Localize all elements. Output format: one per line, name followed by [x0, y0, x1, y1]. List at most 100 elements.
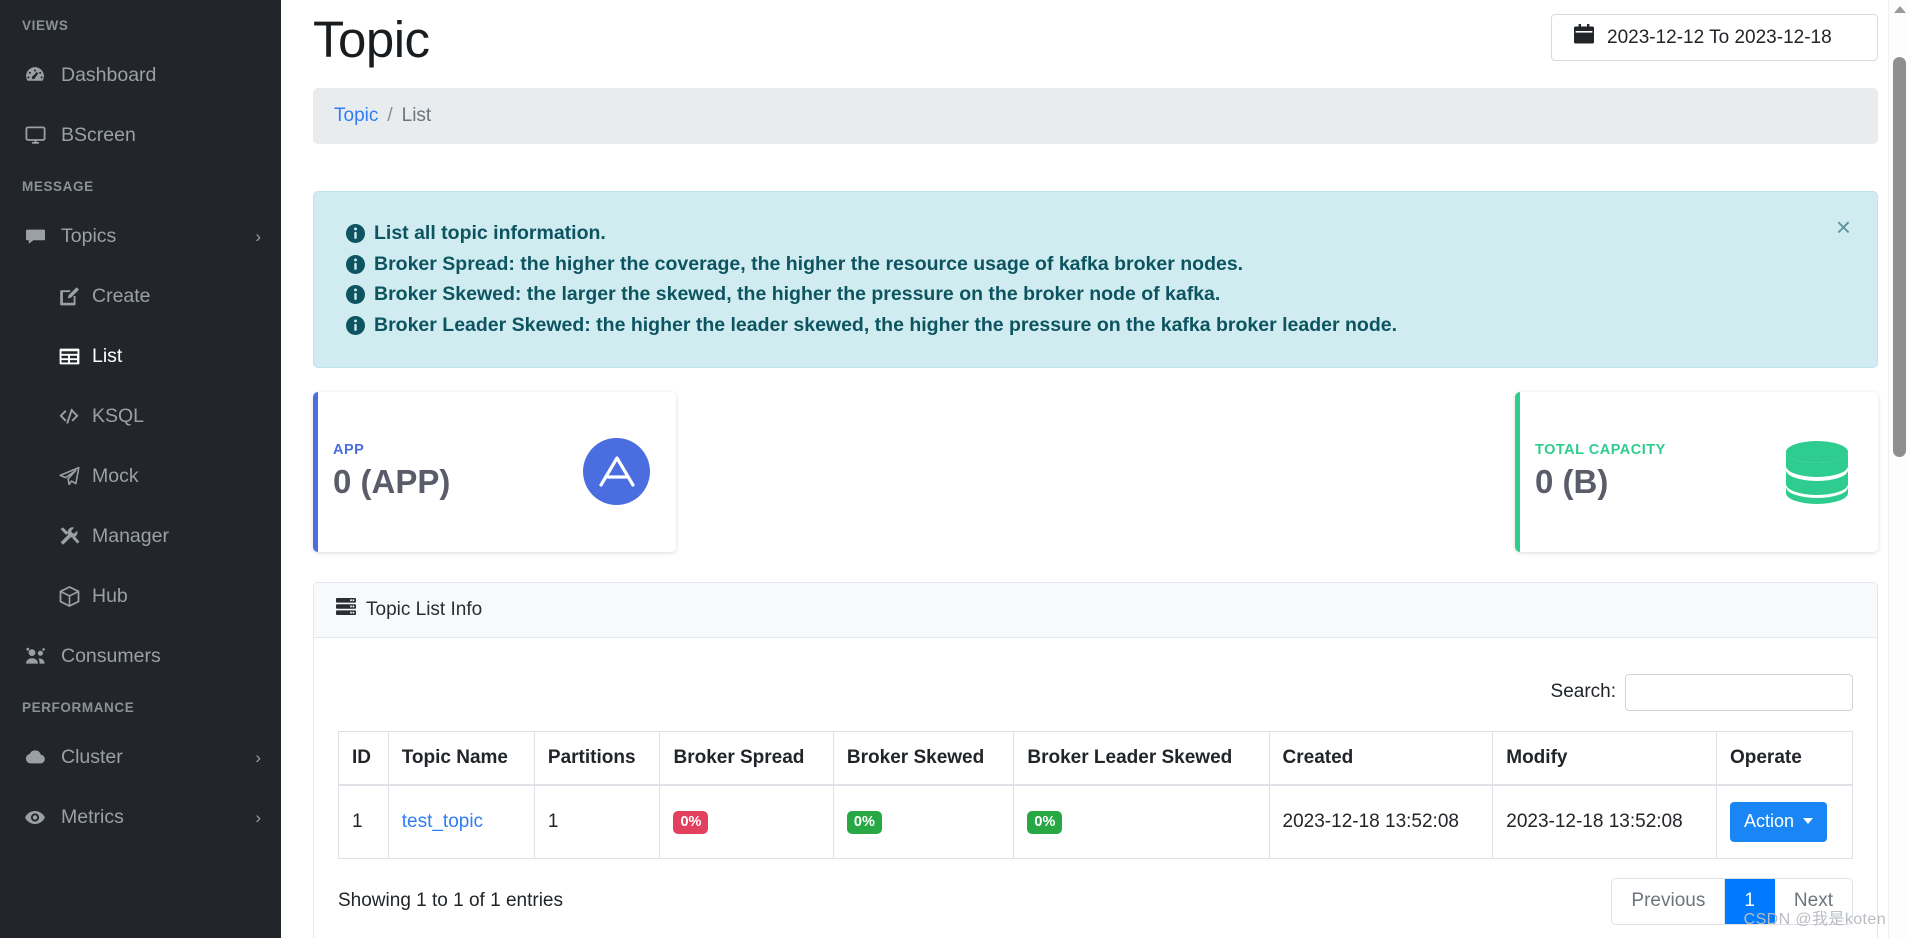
card-accent-bar: [313, 391, 318, 552]
pagination-previous[interactable]: Previous: [1612, 878, 1726, 924]
cell-modify: 2023-12-18 13:52:08: [1492, 784, 1717, 859]
sidebar-item-ksql[interactable]: KSQL: [0, 386, 281, 446]
chevron-right-icon: ›: [255, 226, 261, 246]
sidebar-item-consumers[interactable]: Consumers: [0, 626, 281, 686]
chevron-right-icon: ›: [255, 747, 261, 767]
chevron-down-icon: [1803, 818, 1813, 825]
alert-line: Broker Skewed: the larger the skewed, th…: [346, 279, 1843, 310]
table-col-broker-skewed: Broker Skewed: [832, 730, 1015, 786]
stat-card-app-label: APP: [333, 441, 365, 458]
eye-icon: [22, 807, 48, 828]
sidebar-section-performance: PERFORMANCE: [22, 700, 135, 715]
action-button[interactable]: Action: [1729, 801, 1827, 842]
search-row: Search:: [338, 660, 1853, 731]
topic-list-panel: Topic List Info Search: ID Topic Name Part…: [313, 581, 1878, 938]
search-label: Search:: [1550, 681, 1616, 703]
stat-card-capacity-value: 0 (B): [1535, 462, 1609, 500]
cell-created: 2023-12-18 13:52:08: [1268, 784, 1494, 859]
info-alert: List all topic information. Broker Spread…: [313, 190, 1878, 368]
table-col-modify: Modify: [1492, 730, 1717, 786]
page-scrollbar[interactable]: [1888, 0, 1910, 938]
sidebar-item-cluster[interactable]: Cluster ›: [0, 727, 281, 787]
scrollbar-thumb[interactable]: [1893, 57, 1906, 457]
chevron-right-icon: ›: [255, 807, 261, 827]
sidebar-item-mock[interactable]: Mock: [0, 446, 281, 506]
sidebar-item-bscreen[interactable]: BScreen: [0, 105, 281, 165]
database-icon: [1782, 440, 1852, 504]
sidebar-item-create[interactable]: Create: [0, 266, 281, 326]
sidebar-item-topics[interactable]: Topics ›: [0, 206, 281, 266]
sidebar-item-label: List: [92, 344, 123, 367]
sidebar-item-label: KSQL: [92, 404, 145, 427]
alert-line: Broker Leader Skewed: the higher the lea…: [346, 310, 1843, 341]
date-range-picker[interactable]: 2023-12-12 To 2023-12-18: [1551, 14, 1878, 61]
dashboard-icon: [22, 64, 48, 86]
alert-line-text: Broker Skewed: the larger the skewed, th…: [374, 283, 1221, 306]
table-row: 1 test_topic 1 0% 0% 0% 2023-12-18 13:52:08 202…: [338, 784, 1854, 859]
breadcrumb: Topic / List: [313, 87, 1878, 144]
sidebar-item-list[interactable]: List: [0, 326, 281, 386]
info-circle-icon: [346, 254, 365, 274]
card-accent-bar: [1515, 391, 1520, 552]
stat-cards-row: APP 0 (APP) TOTAL CAPACITY 0 (B): [313, 391, 1878, 552]
info-circle-icon: [346, 223, 365, 243]
users-icon: [22, 646, 48, 667]
sidebar-item-label: Metrics: [61, 805, 124, 828]
main-content: Topic 2023-12-12 To 2023-12-18 Topic / L…: [281, 0, 1910, 938]
close-icon[interactable]: ×: [1836, 214, 1851, 240]
alert-line-text: List all topic information.: [374, 221, 606, 244]
stat-card-app-value: 0 (APP): [333, 462, 451, 500]
cube-icon: [57, 585, 81, 607]
app-triangle-icon: [583, 438, 650, 506]
panel-body: Search: ID Topic Name Partitions Broker Spr…: [314, 638, 1877, 938]
panel-header: Topic List Info: [314, 582, 1877, 638]
scroll-up-arrow-icon[interactable]: [1893, 6, 1906, 13]
action-button-label: Action: [1743, 810, 1794, 831]
sidebar-item-label: Topics: [61, 224, 117, 247]
table-info: Showing 1 to 1 of 1 entries: [338, 890, 563, 912]
watermark: CSDN @我是koten: [1743, 911, 1886, 928]
sidebar-item-label: Mock: [92, 464, 139, 487]
cell-broker_leader_skewed: 0%: [1013, 784, 1270, 859]
topic-table: ID Topic Name Partitions Broker Spread Broke…: [338, 730, 1854, 859]
table-col-partitions: Partitions: [533, 730, 661, 786]
cell-broker_skewed: 0%: [832, 784, 1015, 859]
sidebar-item-label: Create: [92, 284, 151, 307]
sidebar-item-manager[interactable]: Manager: [0, 506, 281, 566]
table-body: 1 test_topic 1 0% 0% 0% 2023-12-18 13:52:08 202…: [338, 784, 1854, 859]
cell-topic-name: test_topic: [387, 784, 535, 859]
comment-icon: [22, 226, 48, 247]
sidebar-section-views: VIEWS: [22, 18, 69, 33]
cloud-icon: [22, 747, 48, 768]
broker_skewed-badge: 0%: [846, 810, 882, 834]
table-col-topic-name: Topic Name: [387, 730, 535, 786]
info-circle-icon: [346, 285, 365, 305]
table-head: ID Topic Name Partitions Broker Spread Broke…: [338, 730, 1854, 786]
sidebar-item-label: Dashboard: [61, 63, 157, 86]
calendar-icon: [1574, 24, 1594, 51]
breadcrumb-separator: /: [387, 104, 393, 126]
sidebar-item-hub[interactable]: Hub: [0, 566, 281, 626]
app-root: VIEWS Dashboard BScreen MESSAGE Topics › Creat…: [0, 0, 1910, 938]
table-col-broker-spread: Broker Spread: [659, 730, 834, 786]
sidebar-section-message: MESSAGE: [22, 179, 94, 194]
sidebar-item-metrics[interactable]: Metrics ›: [0, 787, 281, 847]
table-header-row: ID Topic Name Partitions Broker Spread Broke…: [338, 730, 1854, 786]
search-input[interactable]: [1625, 673, 1853, 711]
breadcrumb-link-topic[interactable]: Topic: [334, 105, 378, 127]
tools-icon: [57, 526, 81, 547]
broker_leader_skewed-badge: 0%: [1027, 810, 1063, 834]
edit-square-icon: [57, 286, 81, 307]
code-icon: [57, 406, 81, 427]
paper-plane-icon: [57, 466, 81, 487]
sidebar-item-label: Manager: [92, 524, 169, 547]
table-grid-icon: [57, 346, 81, 367]
info-circle-icon: [346, 316, 365, 335]
sidebar-item-dashboard[interactable]: Dashboard: [0, 45, 281, 105]
table-col-broker-leader-skewed: Broker Leader Skewed: [1013, 730, 1270, 786]
date-range-text: 2023-12-12 To 2023-12-18: [1607, 26, 1832, 48]
topic-name-link[interactable]: test_topic: [402, 811, 483, 832]
sidebar: VIEWS Dashboard BScreen MESSAGE Topics › Creat…: [0, 0, 281, 938]
server-stack-icon: [336, 598, 356, 621]
table-footer: Showing 1 to 1 of 1 entries Previous 1 N…: [338, 859, 1853, 929]
